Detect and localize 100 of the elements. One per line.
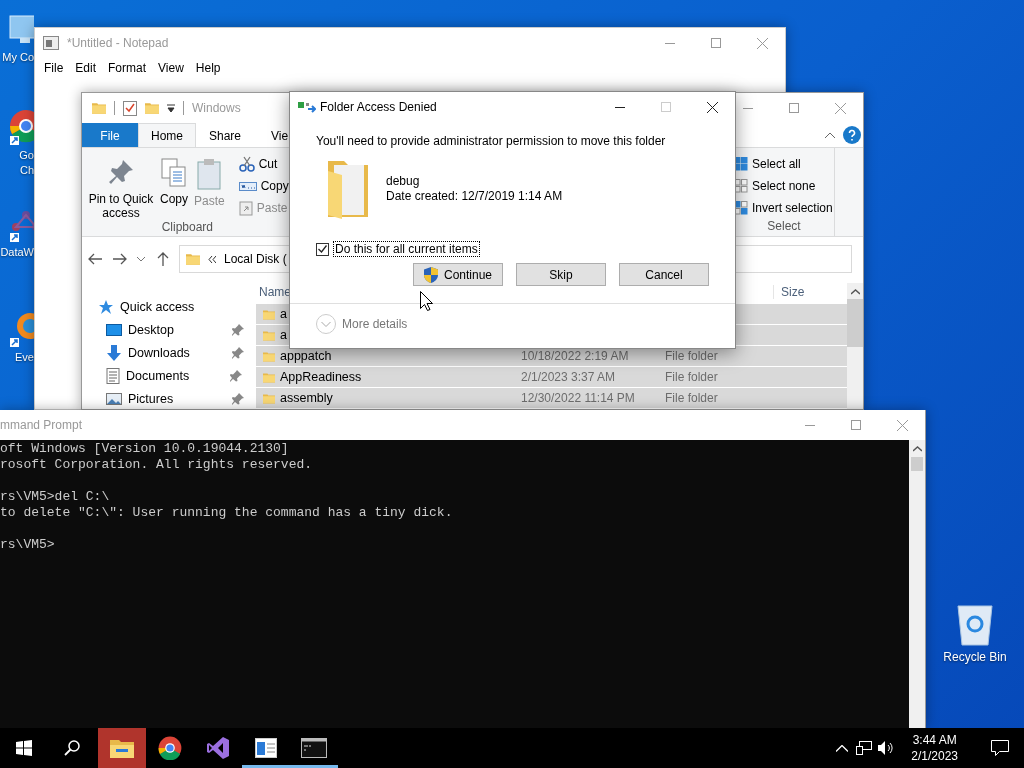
dialog-button[interactable]: Cancel <box>619 263 709 286</box>
breadcrumb-chevron-icon <box>208 255 216 263</box>
console-line: rosoft Corporation. All rights reserved. <box>0 457 314 473</box>
maximize-icon <box>661 102 671 112</box>
notification-icon[interactable] <box>991 740 1009 756</box>
pictures-icon <box>106 391 122 406</box>
app-window-icon <box>255 738 277 758</box>
console-line: to delete "C:\": User running the command has a tiny dick. <box>0 505 454 521</box>
back-arrow-icon[interactable] <box>87 253 102 265</box>
network-icon[interactable] <box>856 741 873 755</box>
select-grid-icon <box>734 157 748 171</box>
menu-item[interactable]: Format <box>102 61 153 75</box>
download-arrow-icon <box>106 344 122 361</box>
forward-arrow-icon[interactable] <box>112 253 127 265</box>
close-icon <box>756 37 768 49</box>
scissors-icon <box>238 156 255 172</box>
shield-icon <box>423 266 438 283</box>
menu-item[interactable]: File <box>38 61 70 75</box>
group-label: Clipboard <box>161 220 214 236</box>
scroll-up-icon[interactable] <box>850 289 860 295</box>
dialog-button[interactable]: Continue <box>413 263 503 286</box>
windows-logo-icon <box>16 740 32 756</box>
notepad-icon <box>43 36 59 50</box>
menu-item[interactable]: Edit <box>69 61 103 75</box>
clock-time[interactable]: 3:44 AM <box>912 732 957 748</box>
ribbon-button[interactable]: Copy <box>160 152 188 220</box>
icon-label: Ch <box>19 163 34 178</box>
nav-item[interactable]: Documents <box>82 364 256 387</box>
window-title: *Untitled - Notepad <box>67 36 169 50</box>
group-label: Select <box>767 219 801 235</box>
nav-item[interactable]: Quick access <box>82 295 256 318</box>
message-text: You'll need to provide administrator permission to move this folder <box>316 134 667 148</box>
close-icon <box>834 102 846 114</box>
more-details-link[interactable]: More details <box>342 317 408 331</box>
properties-icon[interactable] <box>123 100 137 116</box>
help-icon[interactable] <box>843 126 861 144</box>
folder-icon <box>92 100 106 116</box>
checkbox-label[interactable]: Do this for all current items <box>333 241 480 257</box>
ribbon-button[interactable]: Copy <box>238 176 289 196</box>
checkbox[interactable] <box>316 242 329 256</box>
copy-icon <box>161 158 187 188</box>
dialog-button[interactable]: Skip <box>516 263 606 286</box>
console-line: rs\VM5>del C:\ <box>0 489 111 505</box>
nav-item[interactable]: Downloads <box>82 341 256 364</box>
ribbon-tab[interactable]: File <box>82 123 138 147</box>
scroll-thumb[interactable] <box>847 299 863 347</box>
chrome-icon <box>158 736 182 760</box>
maximize-icon <box>789 103 799 113</box>
clock-date[interactable]: 2/1/2023 <box>911 748 958 764</box>
close-icon <box>896 419 908 431</box>
ribbon-button[interactable]: Cut <box>238 154 289 174</box>
cursor-icon <box>420 291 433 311</box>
maximize-icon <box>711 38 721 48</box>
icon-label: Recycle Bin <box>943 650 1007 665</box>
star-icon <box>98 298 114 315</box>
chevron-up-icon[interactable] <box>836 744 849 752</box>
item-date: Date created: 12/7/2019 1:14 AM <box>386 188 563 203</box>
scroll-thumb[interactable] <box>911 457 923 471</box>
dialog-title: Folder Access Denied <box>320 100 437 114</box>
icon-label: DataW <box>0 245 34 260</box>
ribbon-tab[interactable]: Home <box>138 123 196 147</box>
menu-item[interactable]: Help <box>189 61 227 75</box>
ribbon-tab[interactable]: Vie <box>254 123 290 147</box>
nav-item[interactable]: Pictures <box>82 387 256 409</box>
search-icon <box>64 740 80 756</box>
file-row[interactable]: AppReadiness 2/1/2023 3:37 AM File folder <box>256 367 847 387</box>
maximize-icon <box>851 420 861 430</box>
item-name: debug <box>386 173 421 188</box>
scrollbar[interactable] <box>909 440 925 728</box>
speaker-icon[interactable] <box>878 741 895 755</box>
visual-studio-icon <box>206 736 230 760</box>
desktop-icon <box>106 322 122 337</box>
copy-path-icon <box>238 180 257 192</box>
clipboard-icon <box>196 158 223 190</box>
chevron-down-icon[interactable] <box>137 256 145 262</box>
ribbon-tab[interactable]: Share <box>196 123 254 147</box>
paste-shortcut-icon <box>238 200 253 216</box>
ribbon-button[interactable]: Pin to Quick access <box>88 152 154 220</box>
window-title: Windows <box>192 101 241 115</box>
collapse-ribbon-icon[interactable] <box>825 132 835 138</box>
scroll-up-icon[interactable] <box>912 446 922 452</box>
ribbon-button[interactable]: Invert selection <box>734 198 833 218</box>
icon-label: Eve <box>15 350 34 365</box>
nav-item[interactable]: Desktop <box>82 318 256 341</box>
icon-label: My Co <box>2 50 34 65</box>
console-line: oft Windows [Version 10.0.19044.2130] <box>0 441 290 457</box>
up-arrow-icon[interactable] <box>156 252 169 266</box>
dropdown-icon[interactable] <box>167 104 175 112</box>
move-icon <box>298 101 316 113</box>
menu-item[interactable]: View <box>152 61 190 75</box>
console-line: rs\VM5> <box>0 537 56 553</box>
file-row[interactable]: assembly 12/30/2022 11:14 PM File folder <box>256 388 847 408</box>
document-icon <box>106 367 120 384</box>
terminal-icon <box>301 738 327 758</box>
recycle-bin-icon[interactable] <box>955 602 995 646</box>
close-icon <box>706 101 718 113</box>
new-folder-icon <box>145 100 159 116</box>
scrollbar[interactable] <box>847 283 863 409</box>
window-title: mmand Prompt <box>0 418 83 432</box>
folder-icon <box>110 738 134 758</box>
